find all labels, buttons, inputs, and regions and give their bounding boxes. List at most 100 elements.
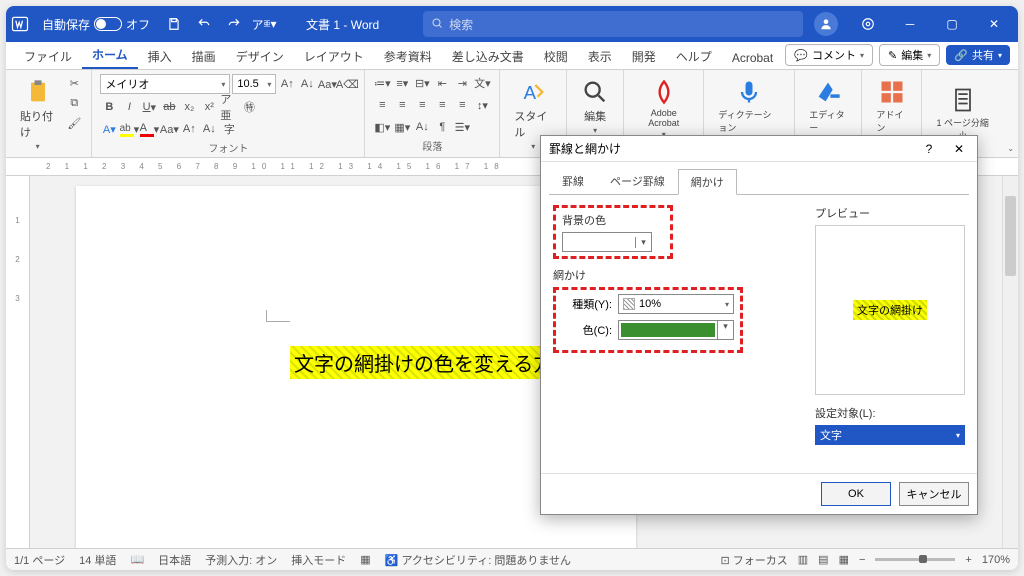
tab-file[interactable]: ファイル	[14, 44, 82, 69]
dialog-help-button[interactable]: ?	[919, 142, 939, 156]
page-count[interactable]: 1/1 ページ	[14, 552, 65, 568]
distribute-icon[interactable]: ≡	[453, 96, 471, 114]
grid-icon[interactable]: ☰▾	[453, 118, 471, 136]
ok-button[interactable]: OK	[821, 482, 891, 506]
editing-button[interactable]: 編集▾	[575, 74, 615, 139]
underline-button[interactable]: U▾	[140, 98, 158, 116]
zoom-level[interactable]: 170%	[982, 554, 1010, 566]
font-color-button[interactable]: A▾	[140, 120, 158, 138]
format-painter-icon[interactable]: 🖌	[65, 114, 83, 132]
help-icon[interactable]	[848, 6, 888, 42]
highlight-button[interactable]: ab▾	[120, 120, 138, 138]
vertical-scrollbar[interactable]	[1002, 176, 1018, 548]
dialog-tab-pageborders[interactable]: ページ罫線	[597, 168, 678, 194]
shrink-font2-icon[interactable]: A↓	[200, 120, 218, 138]
grow-font2-icon[interactable]: A↑	[180, 120, 198, 138]
tab-layout[interactable]: レイアウト	[294, 44, 374, 69]
bullets-icon[interactable]: ≔▾	[373, 74, 391, 92]
search-box[interactable]: 検索	[423, 11, 803, 37]
language[interactable]: 日本語	[158, 552, 191, 568]
predict-input[interactable]: 予測入力: オン	[205, 552, 277, 568]
copy-icon[interactable]: ⧉	[65, 94, 83, 112]
minimize-button[interactable]: ─	[890, 6, 930, 42]
italic-button[interactable]: I	[120, 98, 138, 116]
zoom-slider[interactable]	[875, 558, 955, 561]
insert-mode[interactable]: 挿入モード	[291, 552, 346, 568]
indent-inc-icon[interactable]: ⇥	[453, 74, 471, 92]
bold-button[interactable]: B	[100, 98, 118, 116]
tab-view[interactable]: 表示	[578, 44, 622, 69]
zoom-in-button[interactable]: +	[965, 554, 971, 566]
text-effects-icon[interactable]: A▾	[100, 120, 118, 138]
clear-format-icon[interactable]: A⌫	[338, 75, 356, 93]
accessibility-status[interactable]: ♿ アクセシビリティ: 問題ありません	[385, 552, 571, 568]
numbering-icon[interactable]: ≡▾	[393, 74, 411, 92]
view-read-icon[interactable]: ▤	[818, 553, 828, 566]
multilevel-icon[interactable]: ⊟▾	[413, 74, 431, 92]
redo-icon[interactable]	[222, 12, 246, 36]
justify-icon[interactable]: ≡	[433, 96, 451, 114]
tab-help[interactable]: ヘルプ	[666, 44, 722, 69]
superscript-button[interactable]: x²	[200, 98, 218, 116]
tab-acrobat[interactable]: Acrobat	[722, 47, 783, 69]
align-right-icon[interactable]: ≡	[413, 96, 431, 114]
cut-icon[interactable]: ✂	[65, 74, 83, 92]
focus-mode[interactable]: ⊡ フォーカス	[720, 552, 787, 568]
word-count[interactable]: 14 単語	[79, 552, 116, 568]
shading-icon[interactable]: ◧▾	[373, 118, 391, 136]
tab-references[interactable]: 参考資料	[374, 44, 442, 69]
align-center-icon[interactable]: ≡	[393, 96, 411, 114]
apply-to-combo[interactable]: 文字 ▾	[815, 425, 965, 445]
change-case-icon[interactable]: Aa▾	[318, 75, 336, 93]
undo-icon[interactable]	[192, 12, 216, 36]
align-left-icon[interactable]: ≡	[373, 96, 391, 114]
char-shading-button[interactable]: Aa▾	[160, 120, 178, 138]
document-text[interactable]: 文字の網掛けの色を変える方法	[290, 346, 577, 379]
dialog-tab-shading[interactable]: 網かけ	[678, 169, 737, 195]
view-web-icon[interactable]: ▦	[839, 553, 849, 566]
font-name-combo[interactable]: メイリオ▾	[100, 74, 230, 94]
editor-button[interactable]: エディター	[803, 74, 853, 138]
tab-design[interactable]: デザイン	[226, 44, 294, 69]
shrink-font-icon[interactable]: A↓	[298, 75, 316, 93]
font-qat-icon[interactable]: ア亜 ▾	[252, 12, 276, 36]
ribbon-collapse-icon[interactable]: ⌄	[1003, 140, 1018, 157]
comments-button[interactable]: 💬 コメント ▾	[785, 44, 873, 66]
tab-mailmerge[interactable]: 差し込み文書	[442, 44, 534, 69]
font-size-combo[interactable]: 10.5▾	[232, 74, 276, 94]
acrobat-button[interactable]: Adobe Acrobat▾	[632, 74, 695, 143]
addins-button[interactable]: アドイン	[870, 74, 913, 138]
maximize-button[interactable]: ▢	[932, 6, 972, 42]
share-button[interactable]: 🔗 共有 ▾	[946, 45, 1010, 65]
vertical-ruler[interactable]: 1 2 3	[6, 176, 30, 548]
enclose-button[interactable]: ㊕	[240, 98, 258, 116]
strike-button[interactable]: ab	[160, 98, 178, 116]
subscript-button[interactable]: x₂	[180, 98, 198, 116]
tab-home[interactable]: ホーム	[82, 42, 138, 69]
view-print-icon[interactable]: ▥	[798, 553, 808, 566]
text-dir-icon[interactable]: 文▾	[473, 74, 491, 92]
cancel-button[interactable]: キャンセル	[899, 482, 969, 506]
user-avatar[interactable]	[814, 12, 838, 36]
indent-dec-icon[interactable]: ⇤	[433, 74, 451, 92]
show-marks-icon[interactable]: ¶	[433, 118, 451, 136]
tab-insert[interactable]: 挿入	[138, 44, 182, 69]
edit-mode-button[interactable]: ✎ 編集 ▾	[879, 44, 940, 66]
enclose-char-icon[interactable]: 字	[220, 120, 238, 138]
sort-icon[interactable]: A↓	[413, 118, 431, 136]
line-spacing-icon[interactable]: ↕▾	[473, 96, 491, 114]
dialog-titlebar[interactable]: 罫線と網かけ ? ✕	[541, 136, 977, 162]
pattern-type-combo[interactable]: 10% ▾	[618, 294, 734, 314]
ruby-button[interactable]: ア亜	[220, 98, 238, 116]
tab-draw[interactable]: 描画	[182, 44, 226, 69]
spellcheck-icon[interactable]: 📖	[130, 553, 144, 566]
dialog-close-button[interactable]: ✕	[949, 142, 969, 156]
dialog-tab-borders[interactable]: 罫線	[549, 168, 597, 194]
tab-review[interactable]: 校閲	[534, 44, 578, 69]
borders-icon[interactable]: ▦▾	[393, 118, 411, 136]
paste-button[interactable]: 貼り付け ▾	[14, 74, 61, 155]
macro-icon[interactable]: ▦	[360, 553, 370, 566]
tab-developer[interactable]: 開発	[622, 44, 666, 69]
pattern-color-combo[interactable]: ▾	[618, 320, 734, 340]
zoom-out-button[interactable]: −	[859, 554, 865, 566]
